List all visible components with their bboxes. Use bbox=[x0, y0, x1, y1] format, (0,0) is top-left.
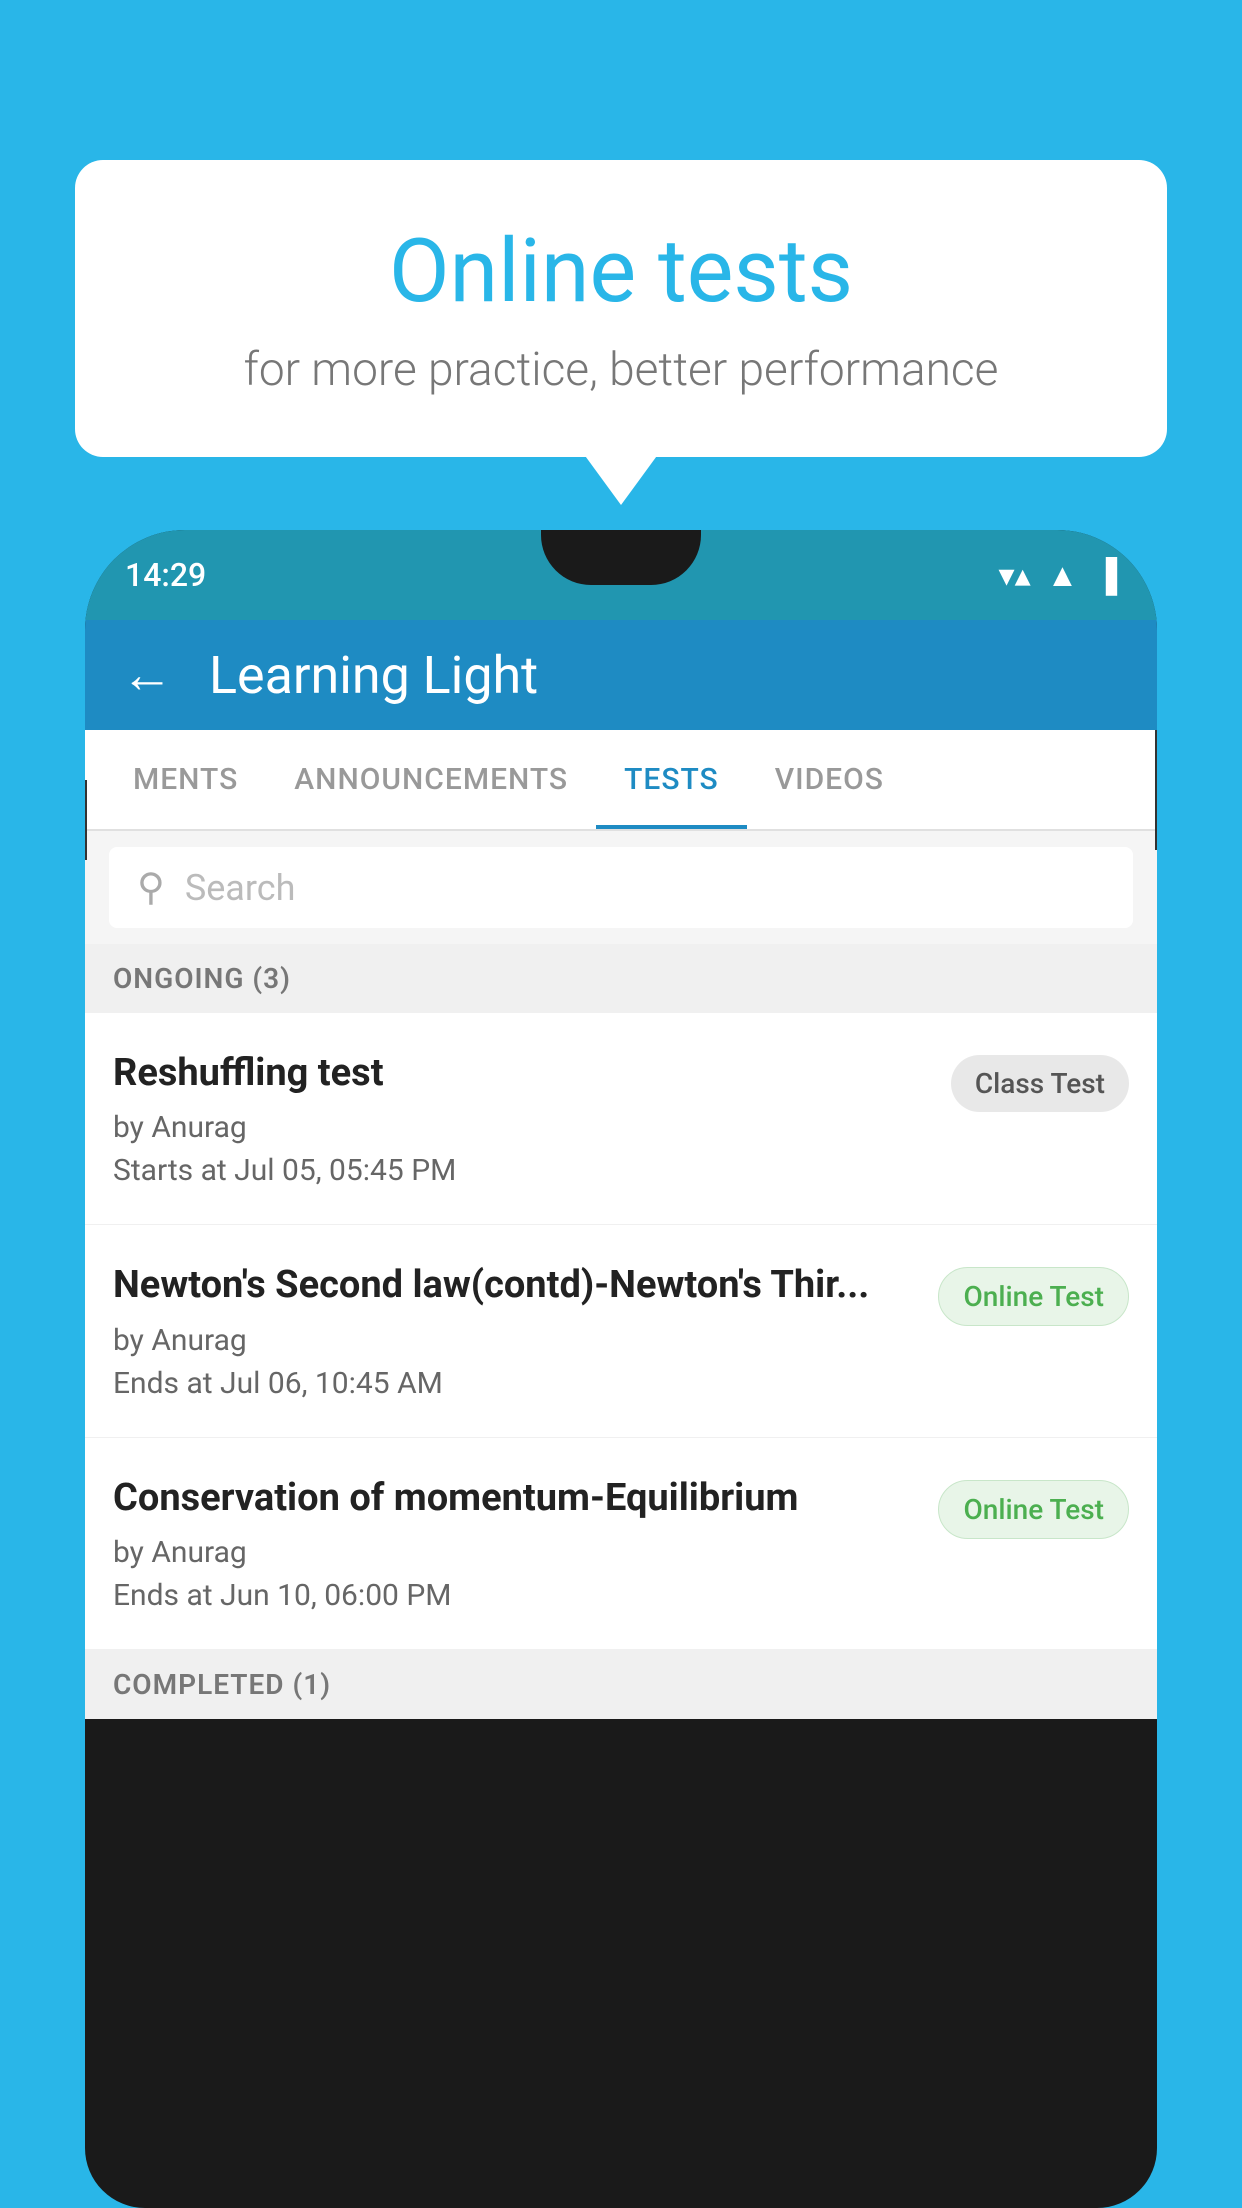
battery-icon: ▐ bbox=[1094, 556, 1117, 594]
bubble-subtitle: for more practice, better performance bbox=[145, 343, 1097, 397]
status-bar: 14:29 ▾▴ ▲ ▐ bbox=[85, 530, 1157, 620]
test-time-3: Ends at Jun 10, 06:00 PM bbox=[113, 1578, 918, 1613]
completed-section-header: COMPLETED (1) bbox=[85, 1650, 1157, 1719]
test-info-1: Reshuffling test by Anurag Starts at Jul… bbox=[113, 1049, 951, 1188]
search-container: ⚲ Search bbox=[85, 831, 1157, 944]
search-bar[interactable]: ⚲ Search bbox=[109, 847, 1133, 928]
signal-icon: ▲ bbox=[1047, 556, 1079, 594]
test-item-3[interactable]: Conservation of momentum-Equilibrium by … bbox=[85, 1438, 1157, 1650]
test-list: Reshuffling test by Anurag Starts at Jul… bbox=[85, 1013, 1157, 1650]
test-author-1: by Anurag bbox=[113, 1110, 931, 1145]
status-time: 14:29 bbox=[125, 556, 206, 594]
test-author-2: by Anurag bbox=[113, 1323, 918, 1358]
test-time-1: Starts at Jul 05, 05:45 PM bbox=[113, 1153, 931, 1188]
test-title-3: Conservation of momentum-Equilibrium bbox=[113, 1474, 918, 1523]
search-placeholder: Search bbox=[185, 867, 296, 909]
test-info-3: Conservation of momentum-Equilibrium by … bbox=[113, 1474, 938, 1613]
phone-frame: 14:29 ▾▴ ▲ ▐ ← Learning Light MENTS ANNO… bbox=[85, 530, 1157, 2208]
speech-bubble-container: Online tests for more practice, better p… bbox=[75, 160, 1167, 457]
phone-notch bbox=[541, 530, 701, 585]
tabs-bar: MENTS ANNOUNCEMENTS TESTS VIDEOS bbox=[85, 730, 1157, 831]
speech-bubble: Online tests for more practice, better p… bbox=[75, 160, 1167, 457]
search-icon: ⚲ bbox=[137, 865, 165, 910]
phone-volume-button bbox=[85, 780, 87, 860]
back-button[interactable]: ← bbox=[121, 649, 173, 701]
test-item-1[interactable]: Reshuffling test by Anurag Starts at Jul… bbox=[85, 1013, 1157, 1225]
test-title-2: Newton's Second law(contd)-Newton's Thir… bbox=[113, 1261, 918, 1310]
test-info-2: Newton's Second law(contd)-Newton's Thir… bbox=[113, 1261, 938, 1400]
ongoing-section-header: ONGOING (3) bbox=[85, 944, 1157, 1013]
badge-online-test-2: Online Test bbox=[938, 1267, 1129, 1326]
test-author-3: by Anurag bbox=[113, 1535, 918, 1570]
tab-announcements[interactable]: ANNOUNCEMENTS bbox=[266, 730, 596, 829]
test-time-2: Ends at Jul 06, 10:45 AM bbox=[113, 1366, 918, 1401]
test-item-2[interactable]: Newton's Second law(contd)-Newton's Thir… bbox=[85, 1225, 1157, 1437]
badge-class-test-1: Class Test bbox=[951, 1055, 1129, 1112]
test-title-1: Reshuffling test bbox=[113, 1049, 931, 1098]
app-title: Learning Light bbox=[209, 645, 538, 706]
tab-videos[interactable]: VIDEOS bbox=[747, 730, 912, 829]
bubble-title: Online tests bbox=[145, 220, 1097, 323]
badge-online-test-3: Online Test bbox=[938, 1480, 1129, 1539]
app-header: ← Learning Light bbox=[85, 620, 1157, 730]
tab-ments[interactable]: MENTS bbox=[105, 730, 266, 829]
tab-tests[interactable]: TESTS bbox=[596, 730, 747, 829]
wifi-icon: ▾▴ bbox=[999, 556, 1031, 594]
status-icons: ▾▴ ▲ ▐ bbox=[999, 556, 1117, 594]
phone-power-button bbox=[1155, 730, 1157, 850]
